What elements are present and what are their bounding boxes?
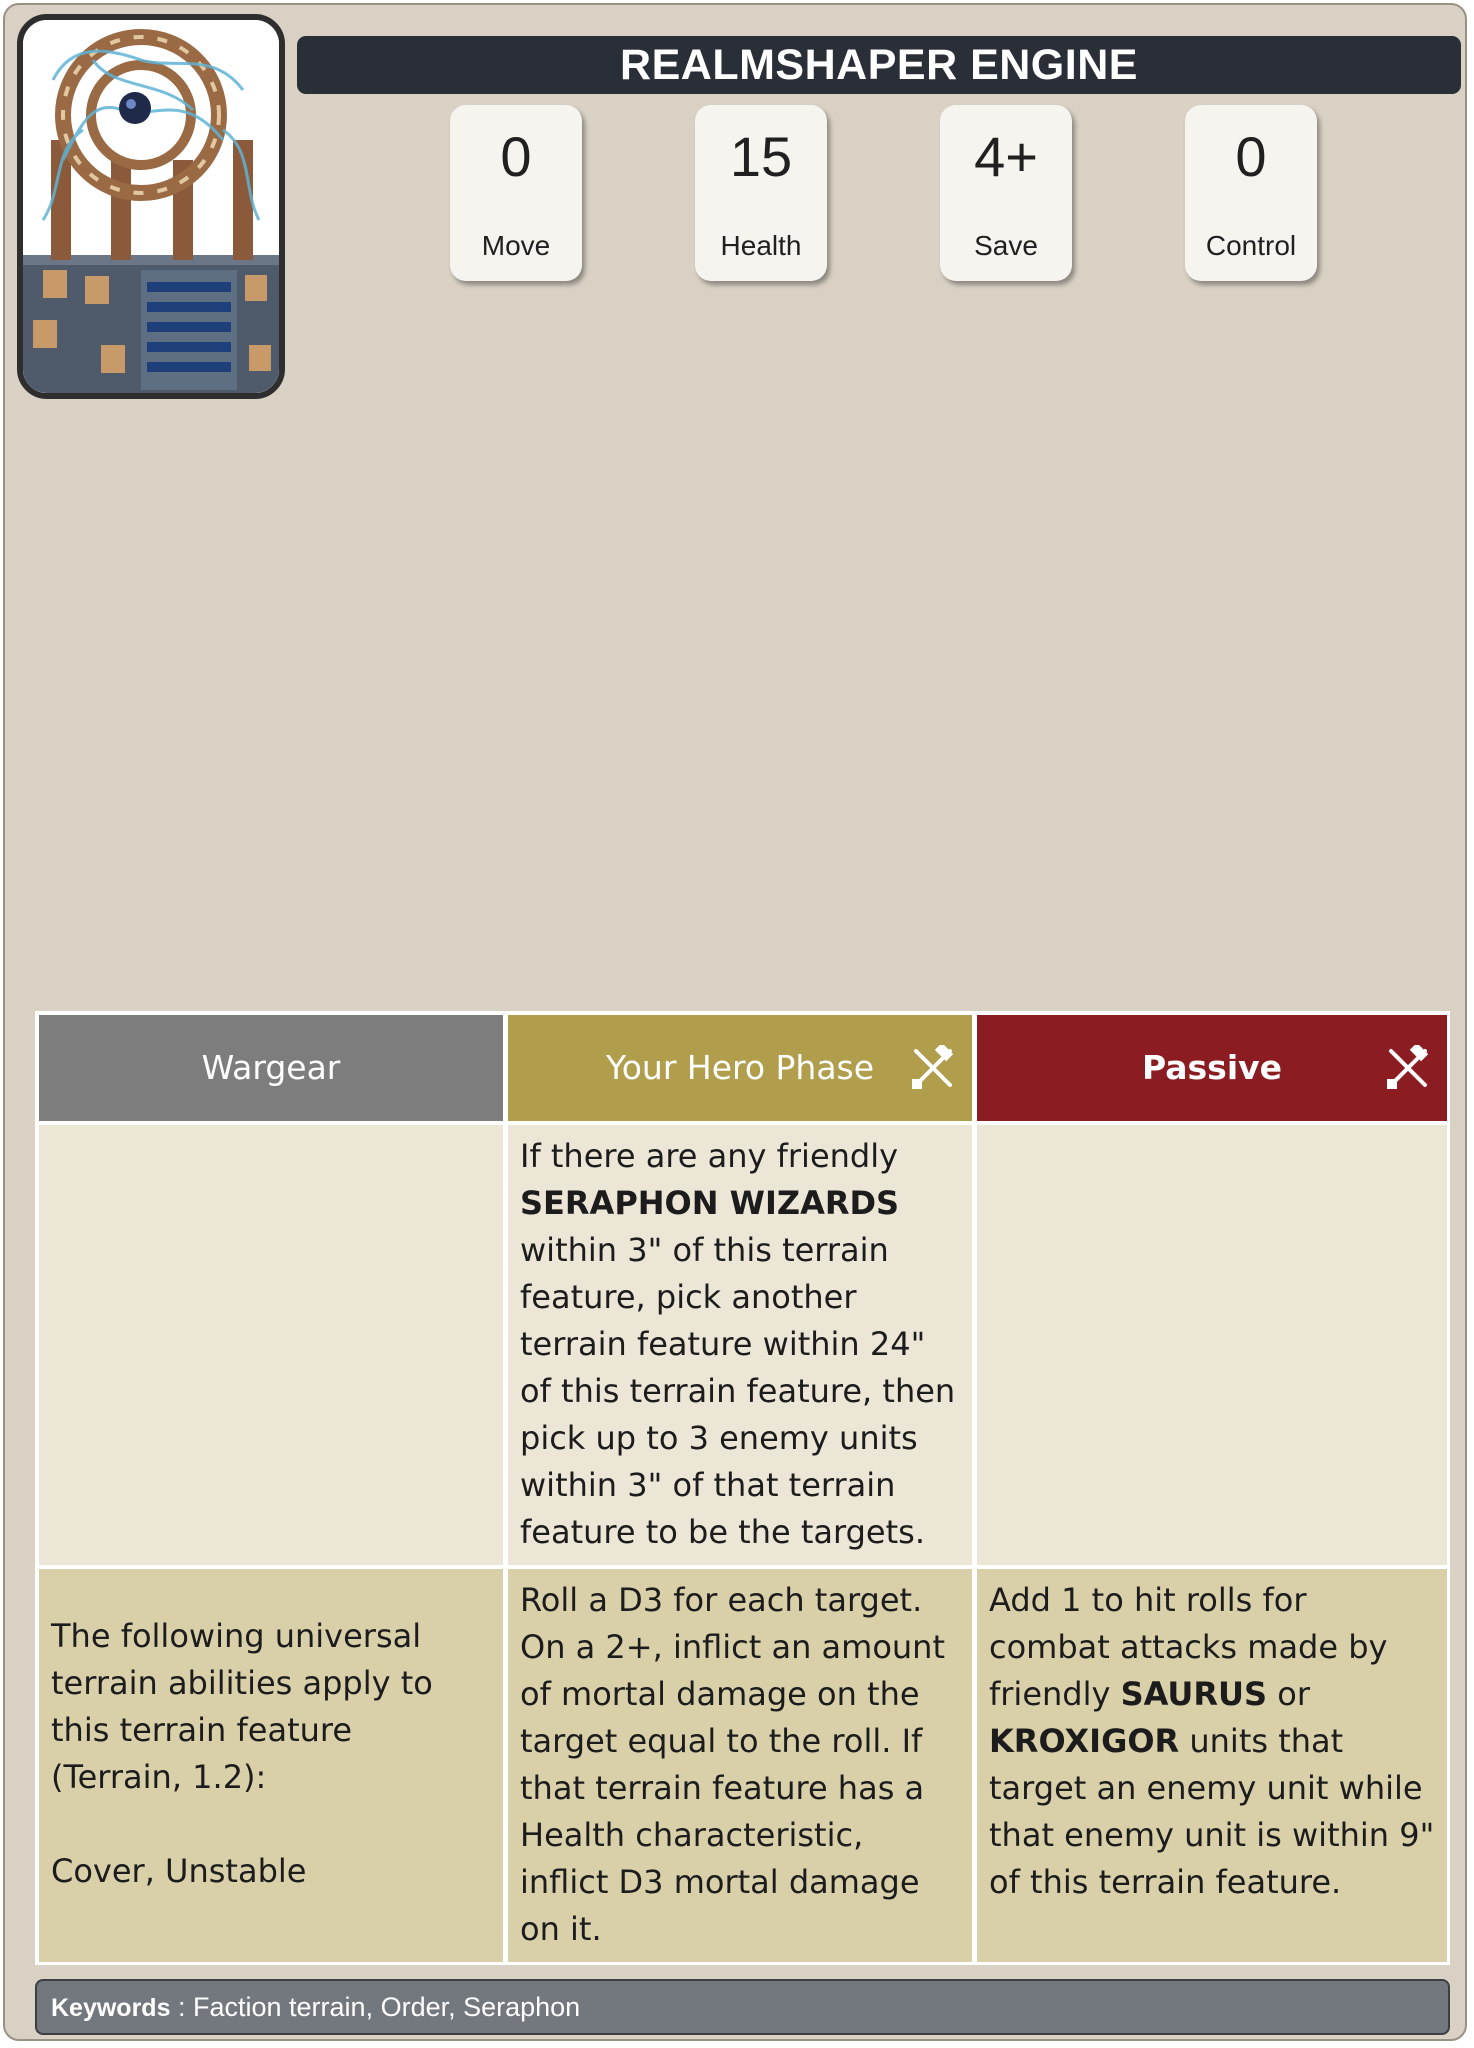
stat-save: 4+ Save [940, 105, 1072, 281]
passive-text-2: or [1267, 1675, 1310, 1713]
stat-health-label: Health [720, 230, 802, 261]
keywords-label: Keywords [51, 1994, 171, 2022]
stat-save-label: Save [974, 230, 1038, 261]
crossed-weapons-icon [1387, 1045, 1429, 1089]
cell-passive-row1 [977, 1125, 1447, 1565]
keyword-saurus: SAURUS [1120, 1675, 1268, 1713]
keywords-separator: : [170, 1992, 193, 2022]
hero-phase-text-1: If there are any friendly [520, 1137, 899, 1175]
header-passive-label: Passive [1141, 1048, 1283, 1087]
header-passive: Passive [977, 1015, 1447, 1121]
realmshaper-engine-image [23, 20, 279, 393]
keywords-values: Faction terrain, Order, Seraphon [193, 1992, 581, 2022]
stat-move: 0 Move [450, 105, 582, 281]
header-wargear-label: Wargear [201, 1048, 341, 1087]
stat-move-value: 0 [500, 125, 532, 188]
crossed-weapons-icon [912, 1045, 954, 1089]
stat-save-value: 4+ [974, 125, 1038, 188]
cell-wargear-row2: The following universal terrain abilitie… [39, 1569, 503, 1962]
stat-health-value: 15 [729, 125, 793, 188]
keyword-kroxigor: KROXIGOR [989, 1722, 1180, 1760]
stat-health: 15 Health [695, 105, 827, 281]
unit-portrait [17, 14, 285, 399]
abilities-table: Wargear Your Hero Phase Passive If there… [35, 1011, 1450, 1965]
cell-hero-phase-row2: Roll a D3 for each target. On a 2+, infl… [508, 1569, 972, 1962]
cell-passive-row2: Add 1 to hit rolls for combat attacks ma… [977, 1569, 1447, 1962]
hero-phase-text-2: within 3" of this terrain feature, pick … [520, 1231, 956, 1551]
stat-control: 0 Control [1185, 105, 1317, 281]
stat-control-value: 0 [1235, 125, 1267, 188]
header-wargear: Wargear [39, 1015, 503, 1121]
cell-wargear-row1 [39, 1125, 503, 1565]
unit-title: REALMSHAPER ENGINE [297, 36, 1461, 94]
cell-hero-phase-row1: If there are any friendly SERAPHON WIZAR… [508, 1125, 972, 1565]
keywords-bar: Keywords : Faction terrain, Order, Serap… [35, 1979, 1450, 2035]
keyword-seraphon-wizards: SERAPHON WIZARDS [520, 1184, 900, 1222]
stat-control-label: Control [1205, 230, 1297, 261]
warscroll-card: REALMSHAPER ENGINE 0 Move 15 Health 4+ S… [3, 3, 1467, 2041]
stat-move-label: Move [481, 230, 551, 261]
header-hero-phase-label: Your Hero Phase [605, 1048, 875, 1087]
header-your-hero-phase: Your Hero Phase [508, 1015, 972, 1121]
